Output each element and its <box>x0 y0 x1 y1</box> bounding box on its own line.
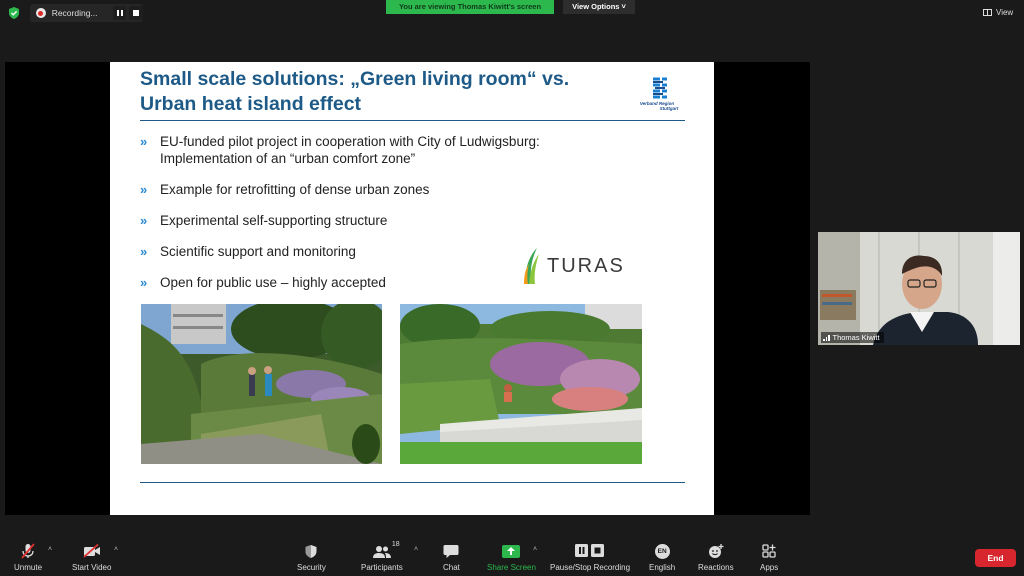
bullet-item: » Experimental self-supporting structure <box>140 212 610 229</box>
pause-stop-recording-button[interactable]: Pause/Stop Recording <box>550 542 630 572</box>
video-off-icon <box>83 542 101 560</box>
bullet-item: » Example for retrofitting of dense urban… <box>140 181 610 198</box>
participant-name: Thomas Kiwitt <box>832 333 880 342</box>
participant-video <box>818 232 1020 345</box>
recording-status-text: Recording... <box>51 8 98 18</box>
participants-button[interactable]: 18 Participants <box>361 541 403 572</box>
audio-options-caret[interactable]: ˄ <box>48 546 52 553</box>
security-button[interactable]: Security <box>297 542 326 572</box>
record-icon <box>36 8 46 18</box>
bullet-text: Example for retrofitting of dense urban … <box>160 182 430 197</box>
english-label: English <box>649 563 676 572</box>
participants-label: Participants <box>361 563 403 572</box>
verband-region-logo-mark <box>653 77 667 99</box>
share-screen-label: Share Screen <box>487 563 536 572</box>
start-video-button[interactable]: Start Video <box>72 542 111 572</box>
view-button[interactable]: View <box>983 4 1017 20</box>
unmute-button[interactable]: Unmute <box>14 542 42 572</box>
recording-controls-icon <box>575 542 605 560</box>
mic-muted-icon <box>20 542 36 560</box>
bottom-divider <box>140 482 685 483</box>
english-button[interactable]: EN English <box>649 542 675 572</box>
pause-icon <box>116 10 123 16</box>
share-options-caret[interactable]: ˄ <box>533 546 537 553</box>
apps-button[interactable]: Apps <box>760 542 778 572</box>
end-meeting-button[interactable]: End <box>975 549 1016 567</box>
bullet-marker: » <box>140 213 148 228</box>
view-label: View <box>996 7 1014 17</box>
signal-strength-icon <box>823 334 830 341</box>
recording-indicator: Recording... <box>30 4 143 22</box>
chat-icon <box>443 542 459 560</box>
participants-options-caret[interactable]: ˄ <box>414 546 418 553</box>
security-shield-icon <box>304 542 318 560</box>
share-screen-icon <box>502 542 521 560</box>
apps-label: Apps <box>760 563 779 572</box>
stop-recording-button[interactable] <box>129 6 143 20</box>
share-screen-button[interactable]: Share Screen <box>487 542 536 572</box>
turas-leaf-mark <box>524 248 539 284</box>
start-video-label: Start Video <box>72 563 112 572</box>
security-label: Security <box>297 563 326 572</box>
bullet-marker: » <box>140 134 148 149</box>
video-options-caret[interactable]: ˄ <box>114 546 118 553</box>
meeting-toolbar: Unmute ˄ Start Video ˄ Security 18 Parti… <box>0 536 1024 576</box>
logo-caption: Verband Region Stuttgart <box>627 101 687 111</box>
bullet-text: Experimental self-supporting structure <box>160 213 388 228</box>
green-living-room-photo-2 <box>400 304 642 464</box>
language-icon: EN <box>654 542 670 560</box>
bullet-item: » EU-funded pilot project in cooperation … <box>140 133 610 167</box>
green-living-room-photo-1 <box>141 304 382 464</box>
bullet-text: EU-funded pilot project in cooperation w… <box>160 134 540 166</box>
shield-check-icon[interactable] <box>7 6 21 20</box>
reactions-button[interactable]: Reactions <box>698 542 734 572</box>
chat-button[interactable]: Chat <box>443 542 460 572</box>
zoom-meeting-window: Recording... You are viewing Thomas Kiwi… <box>0 0 1024 576</box>
reactions-label: Reactions <box>698 563 734 572</box>
stop-icon <box>133 10 140 16</box>
view-options-button[interactable]: View Options ˅ <box>563 0 635 14</box>
title-divider <box>140 120 685 121</box>
recording-label: Pause/Stop Recording <box>550 563 631 572</box>
bullet-marker: » <box>140 275 148 290</box>
bullet-marker: » <box>140 182 148 197</box>
participants-icon: 18 <box>372 541 400 560</box>
language-icon-text: EN <box>654 543 670 559</box>
bullet-marker: » <box>140 244 148 259</box>
participant-name-label: Thomas Kiwitt <box>821 332 884 343</box>
turas-logo-text: TURAS <box>547 254 625 277</box>
pause-recording-button[interactable] <box>112 6 127 20</box>
presentation-slide: Small scale solutions: „Green living roo… <box>110 62 714 515</box>
apps-icon <box>762 542 776 560</box>
participant-video-tile[interactable]: Thomas Kiwitt <box>818 232 1020 345</box>
participants-count: 18 <box>391 541 400 548</box>
turas-logo: TURAS <box>523 244 633 288</box>
unmute-label: Unmute <box>14 563 43 572</box>
verband-region-logo: Verband Region Stuttgart <box>627 77 687 113</box>
view-grid-icon <box>983 8 992 16</box>
reactions-icon <box>708 542 724 560</box>
slide-title: Small scale solutions: „Green living roo… <box>140 68 570 115</box>
viewing-screen-banner: You are viewing Thomas Kiwitt's screen <box>386 0 554 14</box>
chat-label: Chat <box>443 563 460 572</box>
logo-text-line2: Stuttgart <box>659 106 679 111</box>
shared-screen: Small scale solutions: „Green living roo… <box>5 62 810 515</box>
